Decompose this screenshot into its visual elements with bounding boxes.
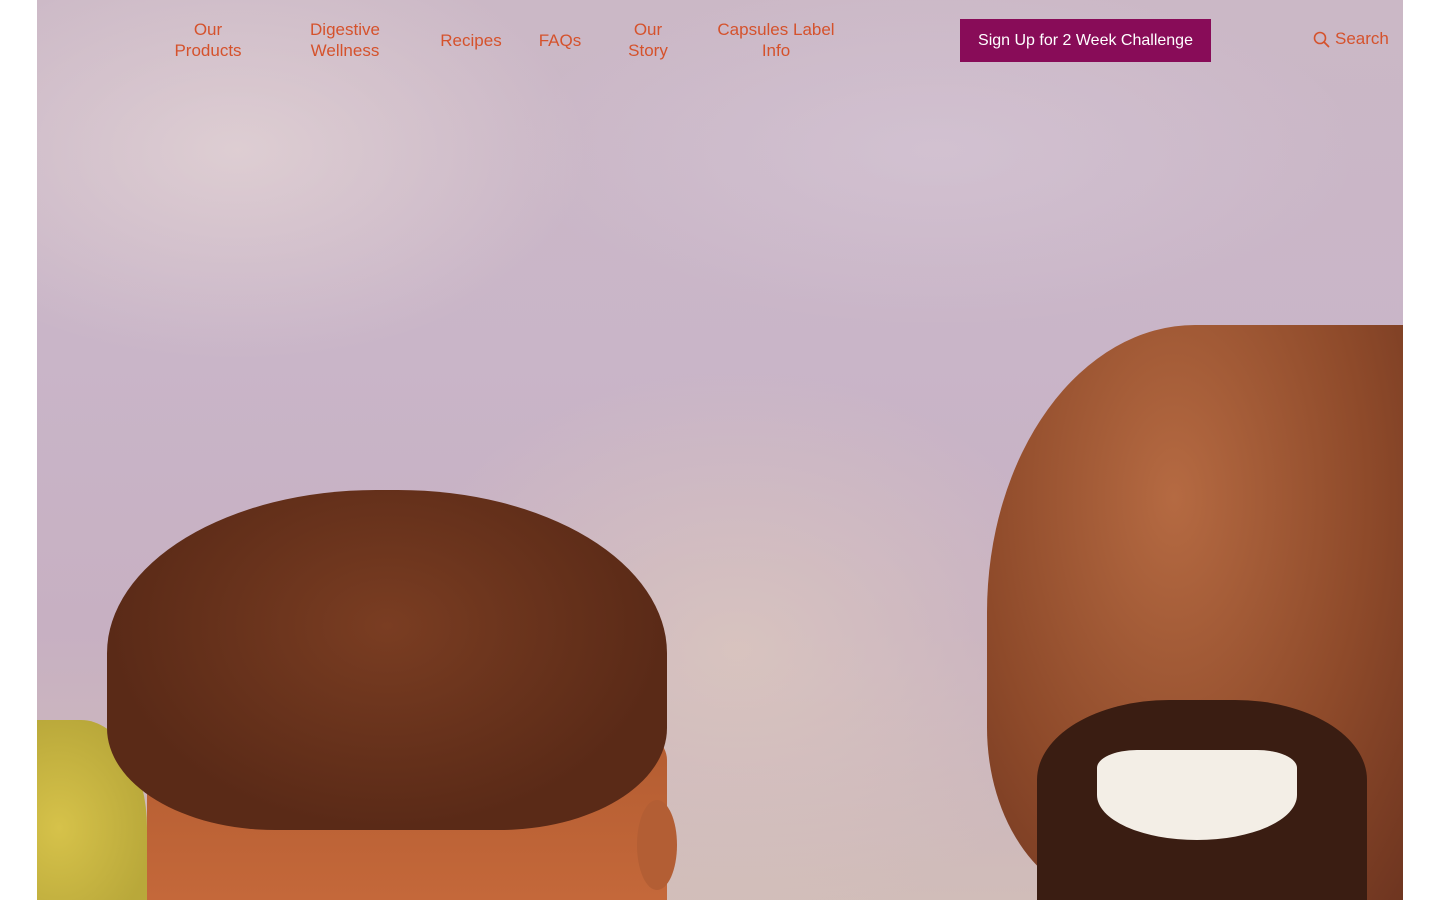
nav-our-story[interactable]: Our Story xyxy=(615,19,681,61)
nav-label: Capsules Label xyxy=(717,20,835,39)
nav-our-products[interactable]: Our Products xyxy=(160,19,256,61)
nav-label: FAQs xyxy=(538,31,582,50)
search-icon xyxy=(1313,31,1330,47)
nav-label: Digestive xyxy=(310,20,380,39)
nav-label: Recipes xyxy=(440,31,502,50)
nav-label: Story xyxy=(628,41,668,60)
sign-up-challenge-button[interactable]: Sign Up for 2 Week Challenge xyxy=(960,19,1211,62)
search-button[interactable]: Search xyxy=(1313,29,1389,49)
search-label: Search xyxy=(1335,29,1389,48)
hero-boy-hair xyxy=(107,490,667,830)
nav-faqs[interactable]: FAQs xyxy=(530,30,590,51)
hero-image xyxy=(37,0,1403,900)
nav-label: Info xyxy=(761,41,791,60)
nav-label: Wellness xyxy=(310,41,380,60)
nav-digestive-wellness[interactable]: Digestive Wellness xyxy=(295,19,395,61)
nav-recipes[interactable]: Recipes xyxy=(432,30,510,51)
nav-label: Our xyxy=(633,20,663,39)
hero-man-smile xyxy=(1097,750,1297,840)
nav-label: Our xyxy=(193,20,223,39)
hero-boy-ear xyxy=(637,800,677,890)
nav-capsules-label-info[interactable]: Capsules Label Info xyxy=(706,19,846,61)
nav-label: Products xyxy=(174,41,242,60)
